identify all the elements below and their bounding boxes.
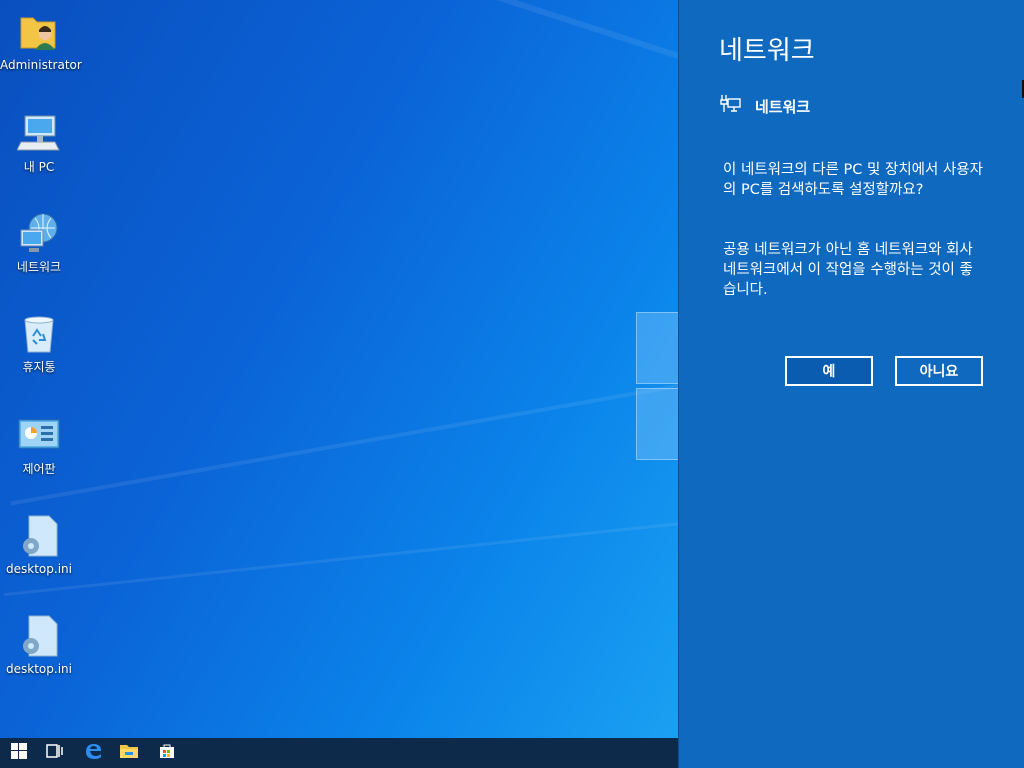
desktop-icon-desktop-ini-2[interactable]: desktop.ini — [0, 614, 78, 676]
network-name: 네트워크 — [755, 97, 811, 116]
desktop-icon-label: 내 PC — [23, 160, 55, 174]
store-icon — [159, 743, 175, 763]
edge-browser-icon — [84, 742, 102, 764]
settings-file-icon — [17, 514, 61, 558]
discovery-question: 이 네트워크의 다른 PC 및 장치에서 사용자의 PC를 검색하도록 설정할까… — [723, 162, 983, 198]
control-panel-icon — [17, 414, 61, 458]
desktop-icon-label: 네트워크 — [16, 260, 62, 274]
ethernet-icon — [719, 94, 741, 118]
discovery-advice: 공용 네트워크가 아닌 홈 네트워크와 회사 네트워크에서 이 작업을 수행하는… — [723, 242, 973, 298]
recycle-bin-icon — [17, 312, 61, 356]
desktop-icon-network[interactable]: 네트워크 — [0, 212, 78, 274]
desktop-icon-label: 제어판 — [22, 462, 56, 476]
file-explorer-icon — [120, 743, 138, 763]
settings-file-icon — [17, 614, 61, 658]
network-entry: 네트워크 — [719, 94, 810, 118]
task-view-button[interactable] — [36, 738, 74, 768]
edge-button[interactable] — [74, 738, 112, 768]
wallpaper-beam — [90, 0, 701, 66]
wallpaper-beam — [3, 520, 701, 597]
network-flyout: 네트워크 네트워크 이 네트워크의 다른 PC 및 장치에서 사용자의 PC를 … — [678, 0, 1024, 768]
desktop-icon-label: 휴지통 — [22, 360, 56, 374]
user-folder-icon — [17, 10, 61, 54]
wallpaper-logo-pane — [636, 312, 680, 384]
store-button[interactable] — [148, 738, 186, 768]
desktop-icon-label: Administrator — [0, 58, 82, 72]
desktop-icon-label: desktop.ini — [6, 562, 72, 576]
desktop-icon-administrator[interactable]: Administrator — [0, 10, 82, 72]
desktop-icon-my-pc[interactable]: 내 PC — [0, 112, 78, 174]
start-button[interactable] — [0, 738, 38, 768]
yes-button[interactable]: 예 — [785, 356, 873, 386]
network-icon — [17, 212, 61, 256]
file-explorer-button[interactable] — [110, 738, 148, 768]
no-button[interactable]: 아니요 — [895, 356, 983, 386]
wallpaper-logo-pane — [636, 388, 680, 460]
desktop-icon-desktop-ini-1[interactable]: desktop.ini — [0, 514, 78, 576]
computer-icon — [16, 112, 61, 156]
windows-start-icon — [11, 743, 27, 763]
desktop-icon-recycle-bin[interactable]: 휴지통 — [0, 312, 78, 374]
desktop-icon-control-panel[interactable]: 제어판 — [0, 414, 78, 476]
wallpaper-beam — [10, 380, 701, 506]
flyout-title: 네트워크 — [719, 36, 815, 66]
desktop-icon-label: desktop.ini — [6, 662, 72, 676]
task-view-icon — [46, 743, 64, 763]
taskbar — [0, 738, 678, 768]
